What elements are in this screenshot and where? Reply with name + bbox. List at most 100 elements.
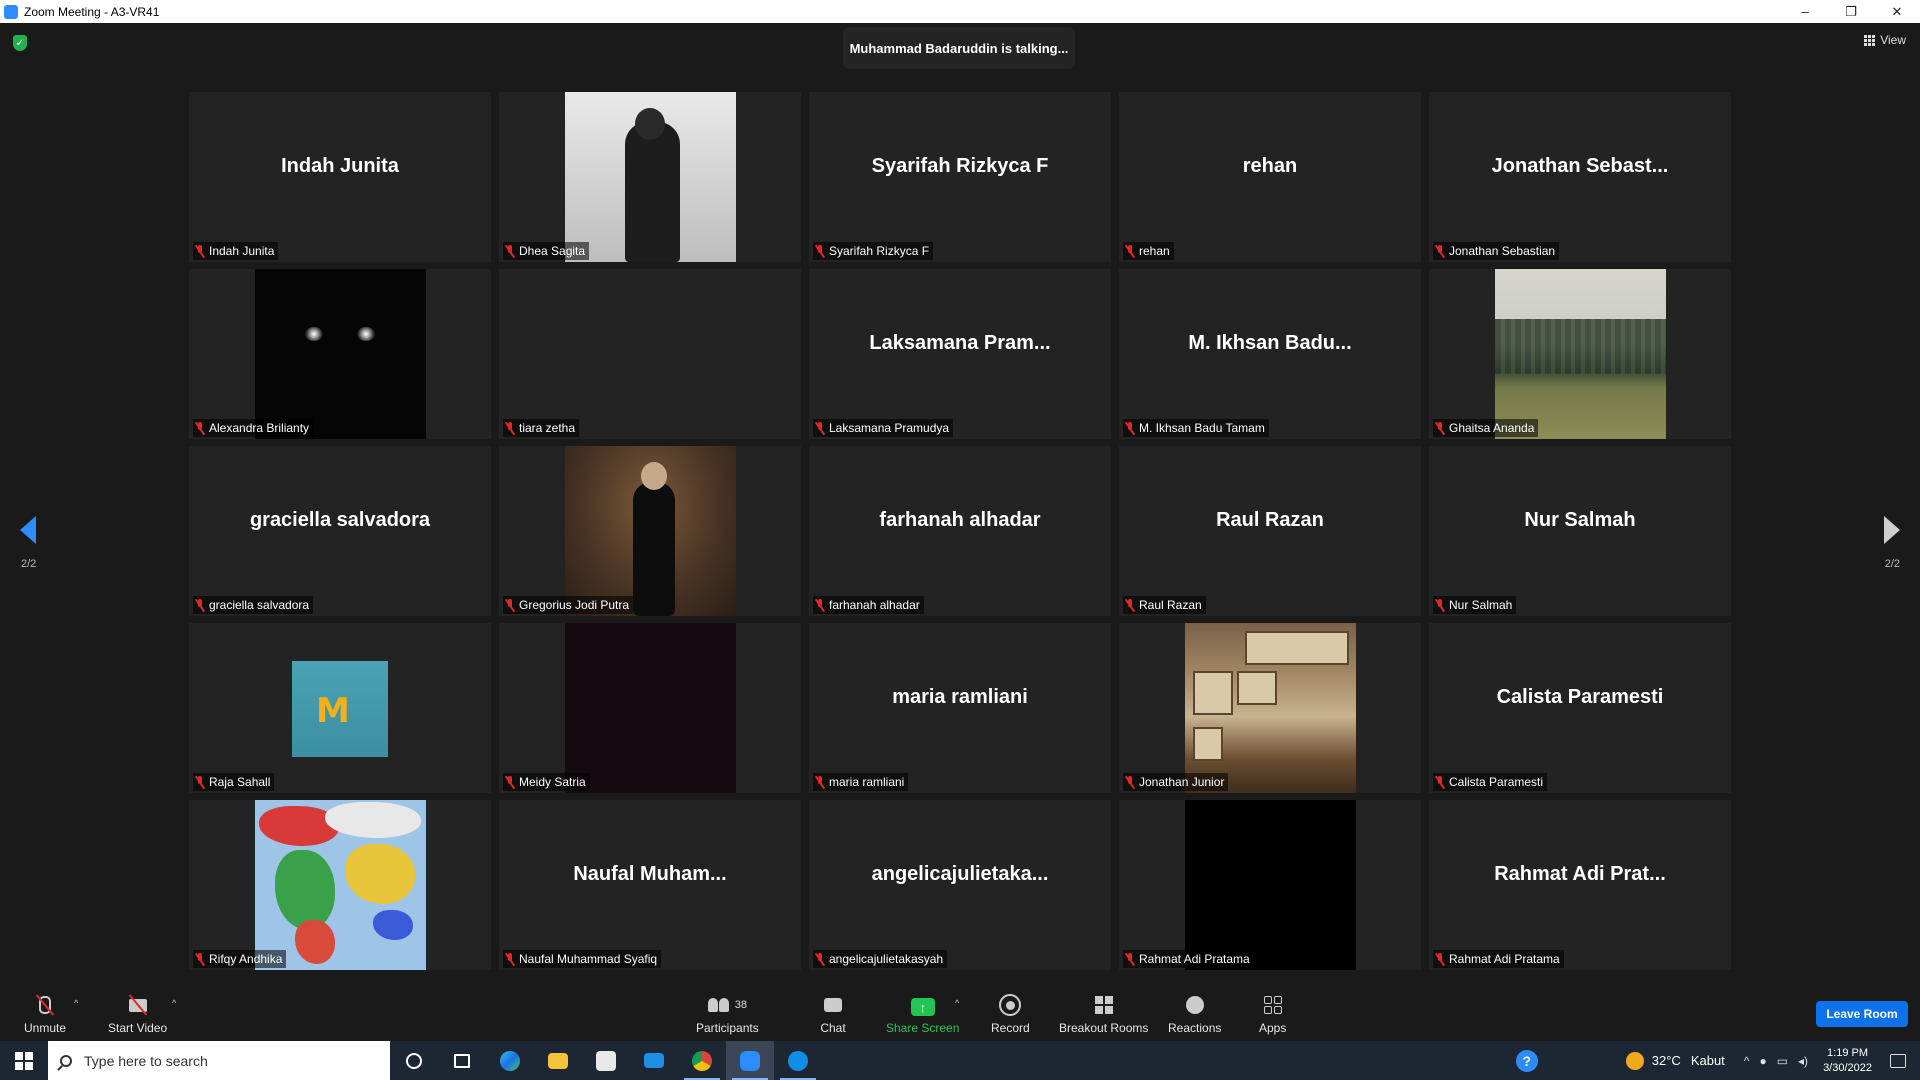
participant-tile[interactable]: Rahmat Adi Pratama bbox=[1119, 800, 1421, 970]
mic-muted-icon bbox=[815, 775, 825, 789]
participant-label: Nur Salmah bbox=[1433, 596, 1517, 614]
taskbar-search-input[interactable]: Type here to search bbox=[48, 1041, 390, 1080]
unmute-label: Unmute bbox=[24, 1021, 67, 1035]
mic-muted-icon bbox=[1435, 244, 1445, 258]
next-page-arrow-icon[interactable] bbox=[1884, 516, 1900, 544]
participant-video bbox=[255, 800, 426, 970]
participant-tile[interactable]: Jonathan Junior bbox=[1119, 623, 1421, 793]
microsoft-store-icon[interactable] bbox=[582, 1041, 630, 1080]
close-button[interactable]: ✕ bbox=[1874, 0, 1920, 23]
participant-tile[interactable]: rehan rehan bbox=[1119, 92, 1421, 262]
participant-tile[interactable]: Jonathan Sebast... Jonathan Sebastian bbox=[1429, 92, 1731, 262]
participant-tile[interactable]: graciella salvadora graciella salvadora bbox=[189, 446, 491, 616]
mic-muted-icon bbox=[1435, 775, 1445, 789]
minimize-button[interactable]: – bbox=[1782, 0, 1828, 23]
windows-taskbar: Type here to search ? 32°C Kabut ^ ● ▭ ◂… bbox=[0, 1041, 1920, 1080]
speaker-icon[interactable]: ◂) bbox=[1798, 1054, 1808, 1068]
network-icon[interactable]: ▭ bbox=[1777, 1054, 1788, 1068]
temperature[interactable]: 32°C bbox=[1652, 1053, 1681, 1068]
participant-name: M. Ikhsan Badu Tamam bbox=[1139, 421, 1265, 435]
unmute-button[interactable]: Unmute bbox=[24, 986, 66, 1041]
participant-tile[interactable]: Ghaitsa Ananda bbox=[1429, 269, 1731, 439]
meeting-area: ✓ Muhammad Badaruddin is talking... View… bbox=[0, 23, 1920, 986]
participant-tile[interactable]: maria ramliani maria ramliani bbox=[809, 623, 1111, 793]
breakout-rooms-button[interactable]: Breakout Rooms bbox=[1059, 986, 1148, 1041]
participant-tile[interactable]: tiara zetha bbox=[499, 269, 801, 439]
page-indicator-left: 2/2 bbox=[21, 558, 37, 570]
participants-button[interactable]: 38 Participants bbox=[696, 986, 759, 1041]
participant-tile[interactable]: M. Ikhsan Badu... M. Ikhsan Badu Tamam bbox=[1119, 269, 1421, 439]
participant-label: Raja Sahall bbox=[193, 773, 275, 791]
file-explorer-icon[interactable] bbox=[534, 1041, 582, 1080]
video-options-chevron-icon[interactable]: ^ bbox=[172, 998, 176, 1008]
audio-options-chevron-icon[interactable]: ^ bbox=[74, 998, 78, 1008]
participant-tile[interactable]: Rifqy Andhika bbox=[189, 800, 491, 970]
participant-tile[interactable]: Gregorius Jodi Putra bbox=[499, 446, 801, 616]
apps-button[interactable]: Apps bbox=[1259, 986, 1286, 1041]
teamviewer-icon[interactable] bbox=[774, 1041, 822, 1080]
participant-tile[interactable]: Alexandra Brilianty bbox=[189, 269, 491, 439]
participant-name: Rifqy Andhika bbox=[209, 952, 283, 966]
restore-button[interactable]: ❐ bbox=[1828, 0, 1874, 23]
participant-tile[interactable]: Indah Junita Indah Junita bbox=[189, 92, 491, 262]
windows-start-icon[interactable] bbox=[0, 1041, 48, 1080]
edge-browser-icon[interactable] bbox=[486, 1041, 534, 1080]
start-video-label: Start Video bbox=[108, 1021, 168, 1035]
mic-muted-icon bbox=[505, 598, 515, 612]
mic-muted-icon bbox=[195, 775, 205, 789]
participant-name: Calista Paramesti bbox=[1449, 775, 1544, 789]
notifications-icon[interactable] bbox=[1890, 1053, 1906, 1068]
chrome-icon[interactable] bbox=[678, 1041, 726, 1080]
participant-tile[interactable]: farhanah alhadar farhanah alhadar bbox=[809, 446, 1111, 616]
mail-icon[interactable] bbox=[630, 1041, 678, 1080]
participant-display-name: rehan bbox=[1242, 154, 1298, 177]
previous-page-arrow-icon[interactable] bbox=[20, 516, 36, 544]
participant-tile[interactable]: Nur Salmah Nur Salmah bbox=[1429, 446, 1731, 616]
participant-tile[interactable]: Naufal Muham... Naufal Muhammad Syafiq bbox=[499, 800, 801, 970]
taskbar-clock[interactable]: 1:19 PM 3/30/2022 bbox=[1823, 1046, 1872, 1076]
mic-muted-icon bbox=[195, 244, 205, 258]
task-view-icon[interactable] bbox=[438, 1041, 486, 1080]
zoom-taskbar-icon[interactable] bbox=[726, 1041, 774, 1080]
weather-text[interactable]: Kabut bbox=[1691, 1053, 1725, 1068]
participant-tile[interactable]: Laksamana Pram... Laksamana Pramudya bbox=[809, 269, 1111, 439]
view-button[interactable]: View bbox=[1864, 33, 1906, 47]
chevron-up-icon[interactable]: ^ bbox=[1744, 1054, 1750, 1068]
reactions-button[interactable]: Reactions bbox=[1168, 986, 1221, 1041]
participant-tile[interactable]: Syarifah Rizkyca F Syarifah Rizkyca F bbox=[809, 92, 1111, 262]
start-video-button[interactable]: Start Video bbox=[108, 986, 167, 1041]
mic-muted-icon bbox=[815, 952, 825, 966]
participant-label: tiara zetha bbox=[503, 419, 580, 437]
participant-display-name: Indah Junita bbox=[281, 154, 399, 177]
participant-name: Nur Salmah bbox=[1449, 598, 1513, 612]
participant-tile[interactable]: Calista Paramesti Calista Paramesti bbox=[1429, 623, 1731, 793]
search-placeholder: Type here to search bbox=[84, 1052, 208, 1069]
clock-time: 1:19 PM bbox=[1827, 1046, 1869, 1059]
participant-video bbox=[1185, 623, 1356, 793]
participant-tile[interactable]: Meidy Satria bbox=[499, 623, 801, 793]
mic-muted-icon bbox=[1125, 421, 1135, 435]
participant-tile[interactable]: Rahmat Adi Prat... Rahmat Adi Pratama bbox=[1429, 800, 1731, 970]
security-shield-icon[interactable]: ✓ bbox=[13, 35, 27, 51]
participants-count: 38 bbox=[734, 999, 747, 1011]
apps-label: Apps bbox=[1259, 1021, 1287, 1035]
participant-tile[interactable]: angelicajulietaka... angelicajulietakasy… bbox=[809, 800, 1111, 970]
participant-tile[interactable]: M Raja Sahall bbox=[189, 623, 491, 793]
participant-video bbox=[1185, 800, 1356, 970]
grid-view-icon bbox=[1864, 34, 1876, 46]
participant-label: Alexandra Brilianty bbox=[193, 419, 314, 437]
share-screen-button[interactable]: ↑ Share Screen bbox=[886, 986, 959, 1041]
leave-room-button[interactable]: Leave Room bbox=[1816, 1001, 1908, 1027]
record-button[interactable]: Record bbox=[991, 986, 1030, 1041]
participant-name: farhanah alhadar bbox=[829, 598, 920, 612]
mic-muted-icon bbox=[815, 598, 825, 612]
help-icon[interactable]: ? bbox=[1515, 1049, 1538, 1072]
participant-tile[interactable]: Raul Razan Raul Razan bbox=[1119, 446, 1421, 616]
participant-name: graciella salvadora bbox=[209, 598, 310, 612]
mic-muted-icon bbox=[195, 421, 205, 435]
chat-button[interactable]: Chat bbox=[820, 986, 846, 1041]
share-options-chevron-icon[interactable]: ^ bbox=[955, 998, 959, 1008]
microphone-icon[interactable]: ● bbox=[1759, 1054, 1766, 1068]
participant-tile[interactable]: Dhea Sagita bbox=[499, 92, 801, 262]
cortana-icon[interactable] bbox=[390, 1041, 438, 1080]
